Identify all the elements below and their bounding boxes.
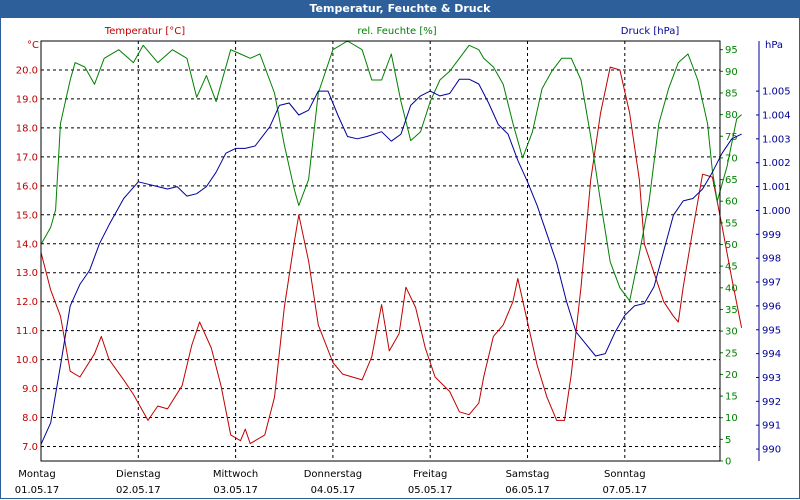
pressure-tick-label: 994 — [762, 349, 781, 360]
humidity-tick-label: 20 — [725, 370, 738, 381]
pressure-tick-label: 998 — [762, 254, 781, 265]
humidity-axis-title: rel. Feuchte [%] — [357, 26, 436, 37]
x-tick-date: 05.05.17 — [408, 485, 453, 496]
humidity-tick-label: 30 — [725, 327, 738, 338]
humidity-tick-label: 10 — [725, 413, 738, 424]
pressure-axis: 990 991 992 993 994 995 996 997 998 999 1.000 1.001… — [621, 26, 791, 461]
temperature-tick-label: 8.0 — [22, 413, 38, 424]
pressure-tick-label: 990 — [762, 445, 781, 456]
temperature-tick-label: 13.0 — [16, 268, 38, 279]
x-tick-date: 06.05.17 — [505, 485, 550, 496]
temperature-tick-label: 9.0 — [22, 384, 38, 395]
temperature-tick-label: 12.0 — [16, 297, 38, 308]
pressure-tick-label: 995 — [762, 325, 781, 336]
pressure-tick-label: 1.003 — [762, 134, 791, 145]
temperature-unit-label: °C — [27, 40, 39, 51]
pressure-tick-label: 991 — [762, 421, 781, 432]
x-tick-day: Freitag — [413, 469, 447, 480]
humidity-tick-label: 35 — [725, 305, 738, 316]
pressure-tick-label: 993 — [762, 373, 781, 384]
x-axis: Montag 01.05.17 Dienstag 02.05.17 Mittwoch 03… — [15, 469, 647, 496]
x-tick-day: Montag — [18, 469, 55, 480]
pressure-axis-title: Druck [hPa] — [621, 26, 680, 37]
humidity-tick-label: 15 — [725, 392, 738, 403]
humidity-tick-label: 45 — [725, 262, 738, 273]
x-tick-date: 07.05.17 — [603, 485, 648, 496]
plot-border — [40, 40, 721, 462]
series-line-pressure — [40, 78, 742, 445]
temperature-tick-label: 19.0 — [16, 94, 38, 105]
humidity-tick-label: 60 — [725, 197, 738, 208]
temperature-tick-label: 10.0 — [16, 355, 38, 366]
series-line-humidity — [40, 40, 742, 302]
humidity-tick-label: 95 — [725, 45, 738, 56]
humidity-tick-label: 55 — [725, 218, 738, 229]
pressure-tick-label: 992 — [762, 397, 781, 408]
temperature-axis-title: Temperatur [°C] — [104, 26, 185, 37]
temperature-tick-label: 16.0 — [16, 181, 38, 192]
x-tick-date: 01.05.17 — [15, 485, 60, 496]
x-tick-day: Samstag — [506, 469, 550, 480]
pressure-tick-label: 1.001 — [762, 182, 791, 193]
pressure-tick-label: 997 — [762, 278, 781, 289]
pressure-tick-label: 1.004 — [762, 110, 791, 121]
grid — [41, 41, 720, 461]
x-tick-day: Donnerstag — [304, 469, 362, 480]
humidity-tick-label: 25 — [725, 348, 738, 359]
humidity-tick-label: 50 — [725, 240, 738, 251]
humidity-tick-label: 85 — [725, 88, 738, 99]
temperature-tick-label: 7.0 — [22, 442, 38, 453]
pressure-tick-label: 1.002 — [762, 158, 791, 169]
plot-area-border — [40, 40, 721, 462]
x-tick-date: 04.05.17 — [311, 485, 356, 496]
x-tick-date: 02.05.17 — [116, 485, 161, 496]
humidity-tick-label: 80 — [725, 110, 738, 121]
humidity-tick-label: 0 — [725, 457, 731, 468]
humidity-tick-label: 40 — [725, 283, 738, 294]
pressure-unit-label: hPa — [765, 40, 783, 51]
temperature-tick-label: 20.0 — [16, 65, 38, 76]
temperature-tick-label: 18.0 — [16, 123, 38, 134]
temperature-tick-label: 14.0 — [16, 239, 38, 250]
x-tick-date: 03.05.17 — [213, 485, 258, 496]
temperature-tick-label: 11.0 — [16, 326, 38, 337]
humidity-tick-label: 5 — [725, 435, 731, 446]
pressure-tick-label: 999 — [762, 230, 781, 241]
humidity-tick-label: 65 — [725, 175, 738, 186]
x-tick-day: Mittwoch — [213, 469, 258, 480]
temperature-tick-label: 15.0 — [16, 210, 38, 221]
pressure-tick-label: 1.005 — [762, 87, 791, 98]
series-lines — [40, 40, 743, 445]
x-tick-day: Sonntag — [604, 469, 646, 480]
x-tick-day: Dienstag — [116, 469, 161, 480]
pressure-tick-label: 1.000 — [762, 206, 791, 217]
humidity-tick-label: 90 — [725, 67, 738, 78]
pressure-tick-label: 996 — [762, 301, 781, 312]
temperature-tick-label: 17.0 — [16, 152, 38, 163]
chart: 7.0 8.0 9.0 10.0 11.0 12.0 13.0 14.0 15.0 16.0 17.… — [15, 26, 791, 496]
humidity-tick-label: 70 — [725, 153, 738, 164]
series-line-temperature — [40, 66, 743, 445]
humidity-axis: 05101520253035404550556065707580859095re… — [357, 26, 737, 468]
